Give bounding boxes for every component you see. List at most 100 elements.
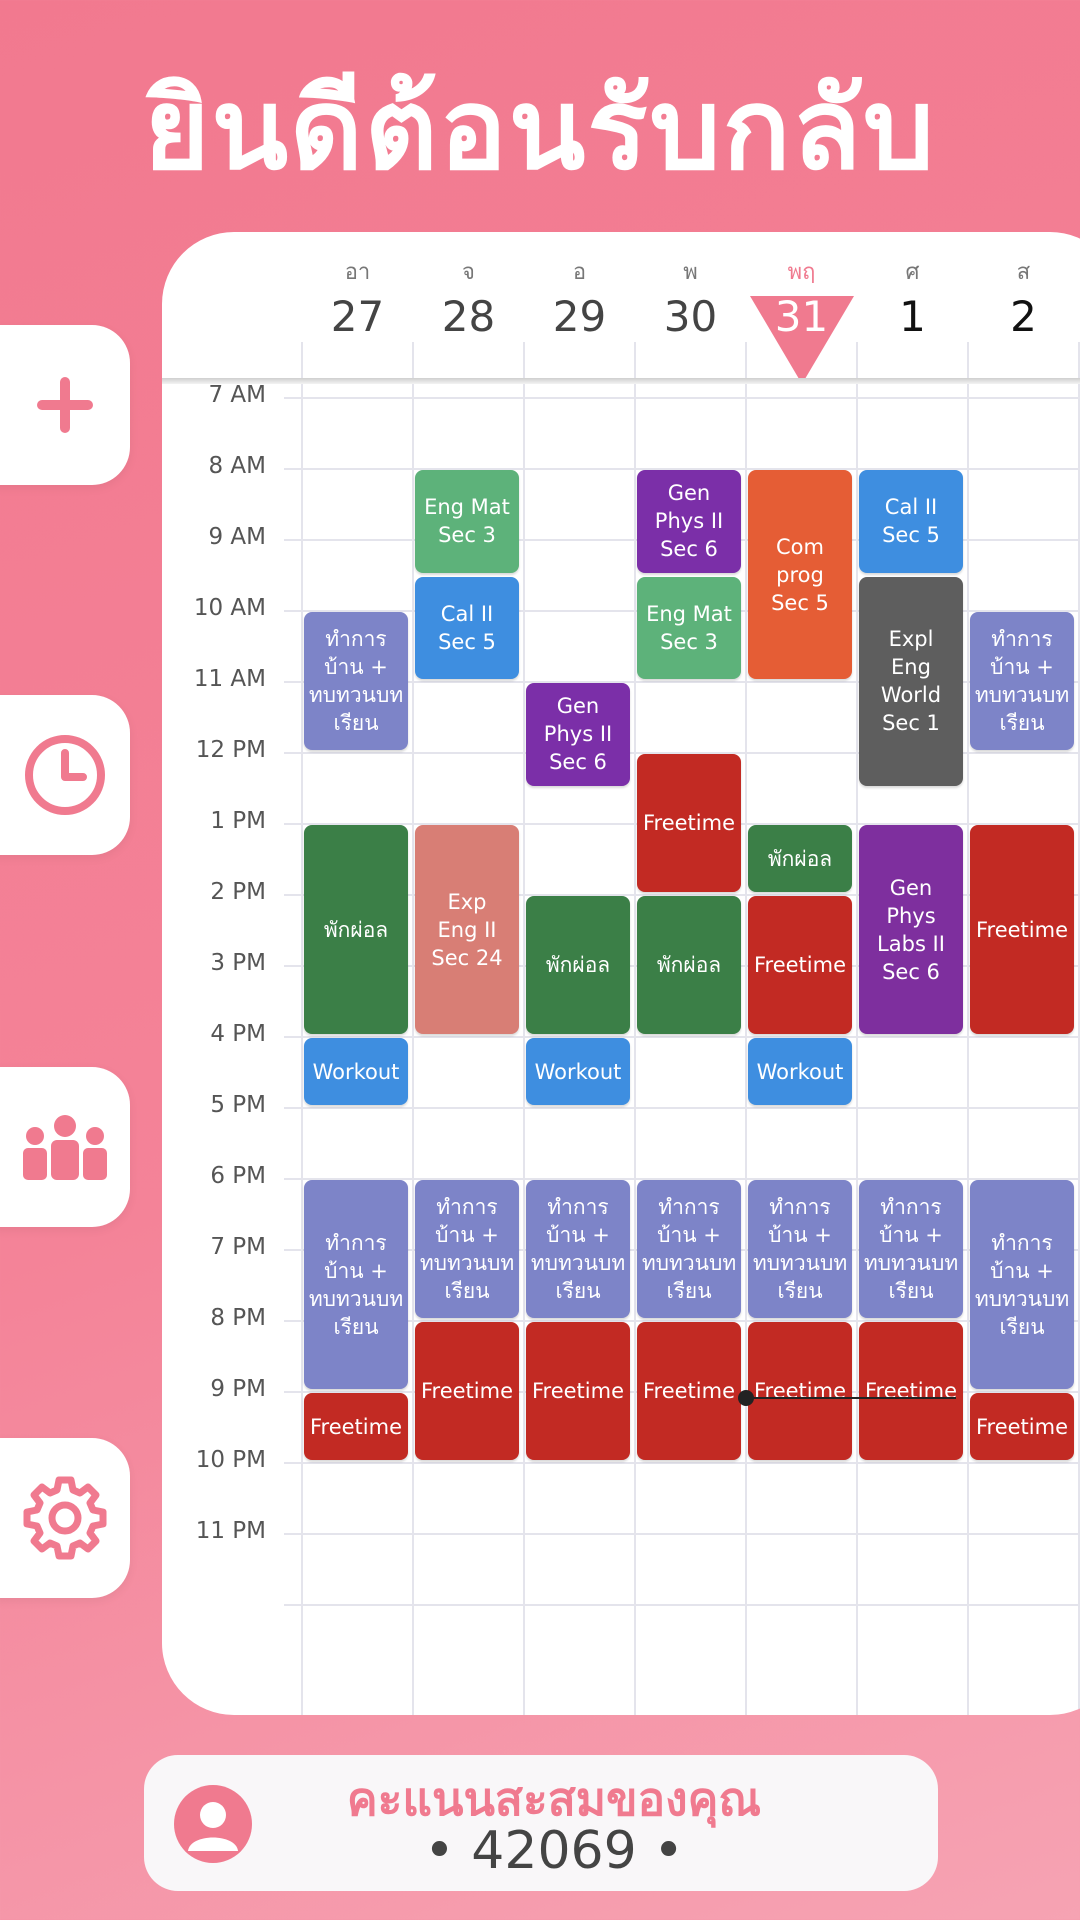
event-block[interactable]: ทำการ บ้าน + ทบทวนบท เรียน bbox=[304, 612, 408, 750]
header-divider bbox=[162, 378, 1080, 384]
avatar[interactable] bbox=[174, 1785, 252, 1863]
event-block[interactable]: พักผ่อล bbox=[637, 896, 741, 1034]
event-block[interactable]: ทำการ บ้าน + ทบทวนบท เรียน bbox=[859, 1180, 963, 1318]
event-title: Workout bbox=[312, 1059, 400, 1084]
event-block[interactable]: Freetime bbox=[859, 1322, 963, 1460]
event-title: Expl Eng World Sec 1 bbox=[880, 627, 942, 735]
settings-button[interactable] bbox=[0, 1438, 130, 1598]
hour-label: 4 PM bbox=[210, 1021, 266, 1047]
event-block[interactable]: พักผ่อล bbox=[748, 825, 852, 892]
day-number[interactable]: 2 bbox=[968, 292, 1079, 341]
add-button[interactable] bbox=[0, 325, 130, 485]
event-block[interactable]: Freetime bbox=[415, 1322, 519, 1460]
event-block[interactable]: Gen Phys II Sec 6 bbox=[637, 470, 741, 573]
event-title: Workout bbox=[534, 1059, 622, 1084]
hour-label: 12 PM bbox=[195, 737, 266, 763]
grid-vline bbox=[301, 342, 303, 1715]
event-title: Freetime bbox=[753, 1379, 846, 1403]
event-block[interactable]: Freetime bbox=[304, 1393, 408, 1460]
day-number[interactable]: 1 bbox=[857, 292, 968, 341]
event-block[interactable]: Freetime bbox=[970, 825, 1074, 1034]
event-block[interactable]: Eng Mat Sec 3 bbox=[637, 576, 741, 679]
day-number[interactable]: 27 bbox=[302, 292, 413, 341]
day-number[interactable]: 31 bbox=[746, 292, 857, 341]
event-block[interactable]: ทำการ บ้าน + ทบทวนบท เรียน bbox=[748, 1180, 852, 1318]
event-block[interactable]: Freetime bbox=[637, 754, 741, 892]
grid-vline bbox=[412, 342, 414, 1715]
day-of-week-label: จ bbox=[462, 260, 475, 285]
event-title: Freetime bbox=[975, 1414, 1068, 1439]
hour-label: 11 PM bbox=[195, 1518, 266, 1544]
clock-icon bbox=[23, 733, 107, 817]
event-block[interactable]: Com prog Sec 5 bbox=[748, 470, 852, 679]
hour-label: 9 PM bbox=[210, 1376, 266, 1402]
event-block[interactable]: พักผ่อล bbox=[304, 825, 408, 1034]
event-title: ทำการ บ้าน + ทบทวนบท เรียน bbox=[974, 627, 1070, 735]
grid-hline bbox=[284, 397, 1080, 399]
day-of-week-label: อา bbox=[344, 260, 371, 285]
event-title: ทำการ บ้าน + ทบทวนบท เรียน bbox=[863, 1195, 959, 1303]
event-title: ทำการ บ้าน + ทบทวนบท เรียน bbox=[641, 1195, 737, 1303]
grid-hline bbox=[284, 1533, 1080, 1535]
event-block[interactable]: ทำการ บ้าน + ทบทวนบท เรียน bbox=[970, 612, 1074, 750]
event-title: Freetime bbox=[975, 917, 1068, 942]
event-block[interactable]: Eng Mat Sec 3 bbox=[415, 470, 519, 573]
event-block[interactable]: Workout bbox=[748, 1038, 852, 1105]
hour-label: 8 PM bbox=[210, 1305, 266, 1331]
event-block[interactable]: ทำการ บ้าน + ทบทวนบท เรียน bbox=[637, 1180, 741, 1318]
event-block[interactable]: Freetime bbox=[748, 1322, 852, 1460]
hour-label: 9 AM bbox=[208, 524, 266, 550]
event-block[interactable]: Exp Eng II Sec 24 bbox=[415, 825, 519, 1034]
event-block[interactable]: Freetime bbox=[970, 1393, 1074, 1460]
event-title: พักผ่อล bbox=[545, 953, 611, 977]
group-button[interactable] bbox=[0, 1067, 130, 1227]
history-button[interactable] bbox=[0, 695, 130, 855]
grid-vline bbox=[634, 342, 636, 1715]
event-block[interactable]: Gen Phys Labs II Sec 6 bbox=[859, 825, 963, 1034]
event-title: Freetime bbox=[753, 953, 846, 977]
current-time-dot bbox=[738, 1389, 754, 1406]
day-number[interactable]: 29 bbox=[524, 292, 635, 341]
grid-vline bbox=[967, 342, 969, 1715]
event-title: ทำการ บ้าน + ทบทวนบท เรียน bbox=[974, 1230, 1070, 1339]
event-block[interactable]: Freetime bbox=[526, 1322, 630, 1460]
grid-vline bbox=[856, 342, 858, 1715]
event-title: ทำการ บ้าน + ทบทวนบท เรียน bbox=[308, 627, 404, 735]
event-title: พักผ่อล bbox=[656, 953, 722, 977]
event-block[interactable]: Cal II Sec 5 bbox=[859, 470, 963, 573]
event-block[interactable]: Workout bbox=[304, 1038, 408, 1105]
grid-hline bbox=[284, 1462, 1080, 1464]
welcome-title: ยินดีต้อนรับกลับ bbox=[143, 65, 937, 195]
event-block[interactable]: พักผ่อล bbox=[526, 896, 630, 1034]
current-time-line bbox=[746, 1396, 956, 1399]
hour-label: 8 AM bbox=[208, 453, 266, 479]
event-block[interactable]: ทำการ บ้าน + ทบทวนบท เรียน bbox=[526, 1180, 630, 1318]
day-of-week-label: พฤ bbox=[787, 260, 816, 285]
event-title: ทำการ บ้าน + ทบทวนบท เรียน bbox=[419, 1195, 515, 1303]
hour-label: 6 PM bbox=[210, 1163, 266, 1189]
event-block[interactable]: Expl Eng World Sec 1 bbox=[859, 576, 963, 786]
event-block[interactable]: Gen Phys II Sec 6 bbox=[526, 683, 630, 786]
event-title: พักผ่อล bbox=[323, 917, 389, 942]
event-block[interactable]: Workout bbox=[526, 1038, 630, 1105]
grid-vline bbox=[523, 342, 525, 1715]
event-title: Freetime bbox=[420, 1379, 513, 1403]
event-title: Com prog Sec 5 bbox=[771, 534, 829, 615]
event-block[interactable]: ทำการ บ้าน + ทบทวนบท เรียน bbox=[415, 1180, 519, 1318]
event-block[interactable]: ทำการ บ้าน + ทบทวนบท เรียน bbox=[970, 1180, 1074, 1389]
event-title: Freetime bbox=[642, 811, 735, 835]
grid-vline bbox=[745, 342, 747, 1715]
event-title: Exp Eng II Sec 24 bbox=[431, 889, 503, 970]
event-block[interactable]: Cal II Sec 5 bbox=[415, 576, 519, 679]
hour-label: 1 PM bbox=[210, 808, 266, 834]
event-title: ทำการ บ้าน + ทบทวนบท เรียน bbox=[752, 1195, 848, 1303]
day-number[interactable]: 30 bbox=[635, 292, 746, 341]
hour-label: 10 PM bbox=[195, 1447, 266, 1473]
event-block[interactable]: Freetime bbox=[748, 896, 852, 1034]
event-block[interactable]: Freetime bbox=[637, 1322, 741, 1460]
day-of-week-label: พ bbox=[683, 260, 698, 285]
day-number[interactable]: 28 bbox=[413, 292, 524, 341]
event-block[interactable]: ทำการ บ้าน + ทบทวนบท เรียน bbox=[304, 1180, 408, 1389]
hour-label: 5 PM bbox=[210, 1092, 266, 1118]
calendar-card: อา 27 จ 28 อ 29 พ 30 พฤ 31 ศ 1 ส 2 7 AM 8 AM 9 AM 10 AM 11… bbox=[162, 232, 1080, 1715]
